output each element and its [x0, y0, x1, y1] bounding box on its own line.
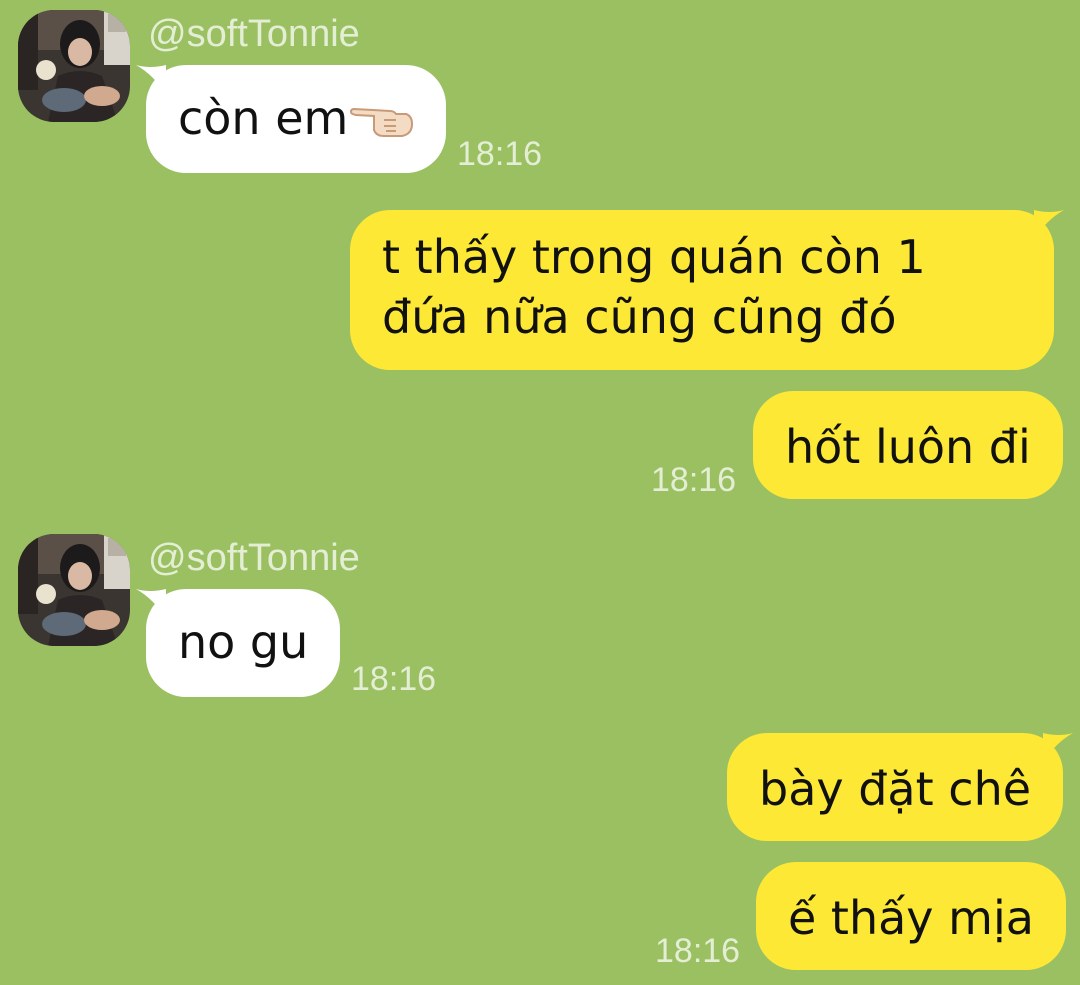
message-bubble-outgoing[interactable]: bày đặt chê — [727, 733, 1074, 841]
sender-name: @softTonnie — [148, 13, 360, 55]
message-bubble-outgoing[interactable]: ế thấy mịa — [756, 862, 1066, 970]
timestamp: 18:16 — [655, 932, 741, 970]
message-text: t thấy trong quán còn 1 đứa nữa cũng cũn… — [382, 230, 926, 344]
sender-name: @softTonnie — [148, 537, 360, 579]
timestamp: 18:16 — [351, 660, 437, 698]
message-bubble-incoming[interactable]: no gu — [136, 589, 341, 697]
timestamp: 18:16 — [651, 461, 737, 499]
message-text: bày đặt chê — [759, 762, 1032, 816]
avatar[interactable] — [18, 10, 130, 122]
backhand-index-pointing-right-icon — [350, 94, 414, 154]
timestamp: 18:16 — [457, 135, 543, 173]
message-text: ế thấy mịa — [788, 891, 1034, 945]
message-bubble-outgoing[interactable]: hốt luôn đi — [753, 391, 1063, 499]
bubble-tail — [1034, 210, 1064, 240]
message-text: còn em — [178, 91, 349, 145]
message-bubble-incoming[interactable]: còn em — [136, 65, 447, 173]
bubble-tail — [136, 65, 166, 95]
bubble-tail — [1043, 733, 1074, 763]
bubble-tail — [136, 589, 166, 619]
avatar[interactable] — [18, 534, 130, 646]
message-bubble-outgoing[interactable]: t thấy trong quán còn 1 đứa nữa cũng cũn… — [350, 210, 1064, 370]
chat-thread[interactable]: @softTonnie còn em 18:16 t thấy trong qu… — [0, 0, 1080, 985]
message-text: no gu — [178, 615, 309, 669]
message-text: hốt luôn đi — [785, 420, 1031, 474]
